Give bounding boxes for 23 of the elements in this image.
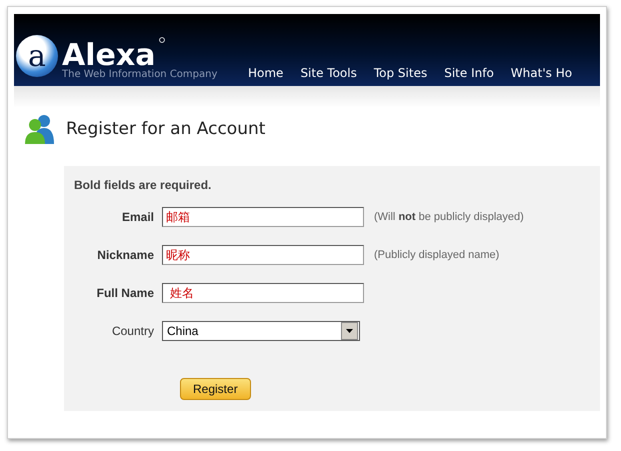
- field-hint: (Publicly displayed name): [374, 249, 500, 261]
- nav-link[interactable]: Top Sites: [374, 66, 428, 80]
- people-icon: [24, 114, 56, 144]
- nav-link[interactable]: Home: [248, 66, 284, 80]
- nav-link[interactable]: Site Info: [444, 66, 494, 80]
- field-label: Email: [120, 210, 154, 224]
- input-field[interactable]: 昵称: [162, 245, 364, 265]
- field-label: Nickname: [96, 248, 154, 262]
- tagline: The Web Information Company: [62, 69, 218, 80]
- required-note: Bold fields are required.: [74, 178, 212, 192]
- input-field[interactable]: 邮箱: [162, 207, 364, 227]
- nav-link[interactable]: What's Ho: [510, 66, 572, 80]
- field-label: Country: [110, 324, 154, 338]
- field-label: Full Name: [96, 286, 154, 300]
- input-field[interactable]: 姓名: [162, 283, 364, 303]
- field-hint: (Will not be publicly displayed): [374, 211, 524, 223]
- page-title: Register for an Account: [66, 119, 266, 139]
- dropdown-arrow-icon: [346, 329, 353, 333]
- logo-text: Alexa: [62, 41, 156, 71]
- register-button[interactable]: Register: [180, 378, 251, 400]
- country-dropdown[interactable]: China: [162, 321, 360, 341]
- logo-icon: a: [16, 35, 58, 77]
- nav-link[interactable]: Site Tools: [300, 66, 357, 80]
